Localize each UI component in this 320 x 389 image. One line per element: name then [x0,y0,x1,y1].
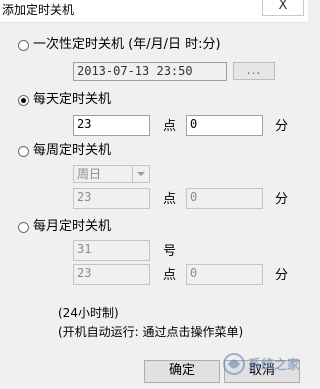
daily-hour-input[interactable]: 23 [73,115,150,136]
daily-hour-unit: 点 [163,119,177,134]
weekly-minute-unit: 分 [275,192,289,207]
add-shutdown-dialog: 添加定时关机 X 一次性定时关机 (年/月/日 时:分) 2013-07-13 … [0,0,308,389]
weekly-hour-input[interactable]: 23 [73,188,150,209]
daily-radio[interactable] [18,95,29,106]
monthly-day-unit: 号 [163,244,177,259]
autorun-note: (开机自动运行: 通过点击操作菜单) [58,325,244,339]
close-icon: X [278,0,288,13]
once-datetime-field[interactable]: 2013-07-13 23:50 [73,62,227,81]
once-radio[interactable] [18,40,29,51]
daily-minute-input[interactable]: 0 [186,115,263,136]
weekly-label[interactable]: 每周定时关机 [33,143,111,159]
monthly-label[interactable]: 每月定时关机 [33,219,111,235]
daily-label[interactable]: 每天定时关机 [33,92,111,108]
weekday-select[interactable]: 周日 [73,165,150,183]
monthly-minute-input[interactable]: 0 [186,264,263,285]
close-button[interactable]: X [262,0,304,16]
monthly-minute-unit: 分 [275,268,289,283]
ellipsis-icon: ... [246,63,262,77]
watermark-logo: 系统之家 [223,353,301,375]
weekly-minute-input[interactable]: 0 [186,188,263,209]
ok-button[interactable]: 确定 [144,360,220,383]
monthly-hour-unit: 点 [163,268,177,283]
monthly-day-input[interactable]: 31 [73,240,150,261]
chevron-down-icon [132,166,149,182]
window-title: 添加定时关机 [2,3,75,17]
once-label[interactable]: 一次性定时关机 (年/月/日 时:分) [33,37,221,53]
ok-button-label: 确定 [168,363,195,378]
weekly-hour-unit: 点 [163,192,177,207]
daily-minute-unit: 分 [275,119,289,134]
monthly-radio[interactable] [18,222,29,233]
weekday-value: 周日 [77,167,102,181]
monthly-hour-input[interactable]: 23 [73,264,150,285]
time-format-note: (24小时制) [58,306,119,320]
datetime-picker-button[interactable]: ... [233,62,275,80]
weekly-radio[interactable] [18,146,29,157]
svg-text:系统之家: 系统之家 [248,357,301,373]
